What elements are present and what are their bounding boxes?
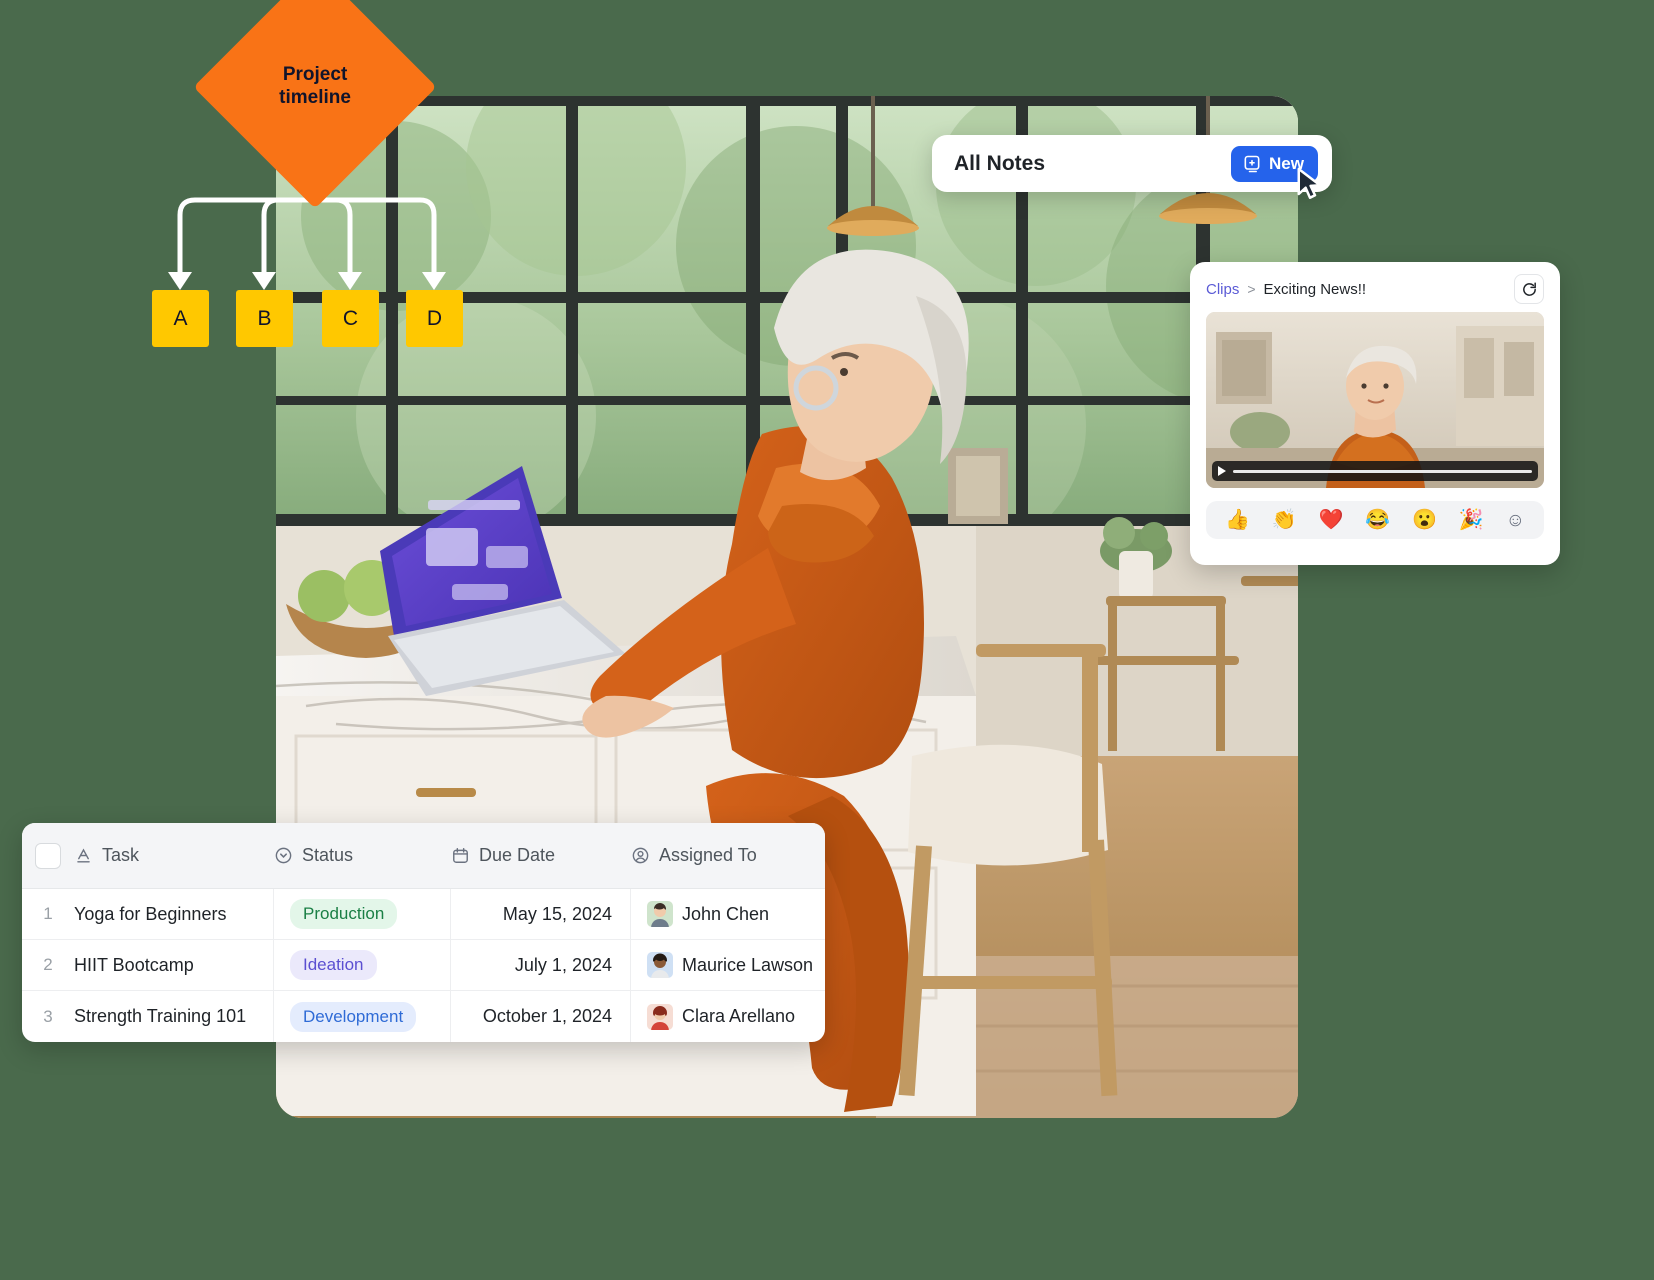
thumbs-up-reaction[interactable]: 👍 xyxy=(1225,510,1250,530)
flowchart-node-b-label: B xyxy=(257,306,272,330)
column-header-status-label: Status xyxy=(302,845,354,865)
row-status-cell[interactable]: Production xyxy=(274,889,451,939)
table-row[interactable]: 3 Strength Training 101 Development Octo… xyxy=(22,991,825,1042)
status-badge: Production xyxy=(290,899,398,929)
heart-reaction[interactable]: ❤️ xyxy=(1319,510,1344,530)
row-due-date[interactable]: October 1, 2024 xyxy=(451,991,631,1042)
table-row[interactable]: 1 Yoga for Beginners Production May 15, … xyxy=(22,889,825,940)
table-header-row: Task Status Due Date Assigned To xyxy=(22,823,825,889)
flowchart-node-a[interactable]: A xyxy=(152,290,209,347)
avatar xyxy=(647,952,673,978)
row-due-date[interactable]: May 15, 2024 xyxy=(451,889,631,939)
row-number: 3 xyxy=(43,1006,53,1026)
status-circle-icon xyxy=(275,847,292,864)
play-icon[interactable] xyxy=(1218,466,1226,476)
task-table-card: Task Status Due Date Assigned To 1 Yoga … xyxy=(22,823,825,1042)
breadcrumb-separator-icon: > xyxy=(1247,281,1256,297)
flowchart-node-c-label: C xyxy=(342,306,359,330)
flowchart-node-a-label: A xyxy=(173,306,188,330)
row-assignee-name: John Chen xyxy=(682,903,770,924)
avatar xyxy=(647,901,673,927)
calendar-icon xyxy=(453,848,468,863)
avatar-maurice-lawson xyxy=(647,952,673,978)
table-row[interactable]: 2 HIIT Bootcamp Ideation July 1, 2024 Ma… xyxy=(22,940,825,991)
select-all-cell[interactable] xyxy=(22,842,74,869)
clips-breadcrumb: Clips > Exciting News!! xyxy=(1206,274,1544,304)
breadcrumb-clips-link[interactable]: Clips xyxy=(1206,281,1239,298)
new-note-icon xyxy=(1244,155,1260,172)
video-controls[interactable] xyxy=(1212,461,1538,481)
add-reaction-icon[interactable]: ☺ xyxy=(1506,511,1525,530)
row-assignee-name: Clara Arellano xyxy=(682,1006,796,1026)
status-badge: Development xyxy=(290,1001,417,1032)
refresh-button[interactable] xyxy=(1514,274,1544,304)
status-badge: Ideation xyxy=(290,950,377,980)
avatar xyxy=(647,1003,673,1030)
flowchart-node-d[interactable]: D xyxy=(406,290,463,347)
row-assignee-cell[interactable]: Clara Arellano xyxy=(631,1003,825,1030)
row-assignee-cell[interactable]: Maurice Lawson xyxy=(631,952,825,978)
column-header-task[interactable]: Task xyxy=(74,845,274,866)
text-format-icon xyxy=(77,848,90,863)
party-popper-reaction[interactable]: 🎉 xyxy=(1459,510,1484,530)
column-header-status[interactable]: Status xyxy=(274,845,451,866)
flowchart-node-b[interactable]: B xyxy=(236,290,293,347)
person-circle-icon xyxy=(632,847,649,864)
avatar-john-chen xyxy=(647,901,673,927)
all-notes-card: All Notes New xyxy=(932,135,1332,192)
reaction-bar: 👍 👏 ❤️ 😂 😮 🎉 ☺ xyxy=(1206,501,1544,539)
row-status-cell[interactable]: Ideation xyxy=(274,940,451,990)
video-scrubber[interactable] xyxy=(1233,469,1532,473)
breadcrumb-current-title: Exciting News!! xyxy=(1263,280,1367,298)
refresh-icon xyxy=(1522,282,1536,296)
row-task-name[interactable]: Strength Training 101 xyxy=(74,991,274,1042)
column-header-due-date[interactable]: Due Date xyxy=(451,845,631,866)
row-number: 2 xyxy=(43,955,53,974)
row-assignee-name: Maurice Lawson xyxy=(682,954,814,975)
laughing-reaction[interactable]: 😂 xyxy=(1365,510,1390,530)
clip-video-player[interactable] xyxy=(1206,312,1544,488)
row-assignee-cell[interactable]: John Chen xyxy=(631,901,825,927)
row-status-cell[interactable]: Development xyxy=(274,991,451,1042)
flowchart-node-d-label: D xyxy=(426,306,443,330)
flowchart-root-label: Project timeline xyxy=(279,64,351,108)
column-header-due-date-label: Due Date xyxy=(479,845,556,865)
row-task-name[interactable]: Yoga for Beginners xyxy=(74,889,274,939)
flowchart-node-c[interactable]: C xyxy=(322,290,379,347)
clips-card: Clips > Exciting News!! 👍 👏 ❤️ 😂 😮 🎉 ☺ xyxy=(1190,262,1560,565)
surprised-reaction[interactable]: 😮 xyxy=(1412,510,1437,530)
row-number: 1 xyxy=(43,904,53,923)
select-all-checkbox[interactable] xyxy=(35,842,61,869)
column-header-assigned-to[interactable]: Assigned To xyxy=(631,845,825,866)
row-due-date[interactable]: July 1, 2024 xyxy=(451,940,631,990)
clap-reaction[interactable]: 👏 xyxy=(1272,510,1297,530)
all-notes-title: All Notes xyxy=(954,151,1046,175)
row-task-name[interactable]: HIIT Bootcamp xyxy=(74,940,274,990)
avatar-clara-arellano xyxy=(647,1003,673,1030)
project-timeline-flowchart: Project timeline A B C D xyxy=(0,0,520,380)
mouse-pointer-icon xyxy=(1297,167,1322,199)
column-header-assigned-to-label: Assigned To xyxy=(659,845,757,865)
column-header-task-label: Task xyxy=(102,845,140,865)
